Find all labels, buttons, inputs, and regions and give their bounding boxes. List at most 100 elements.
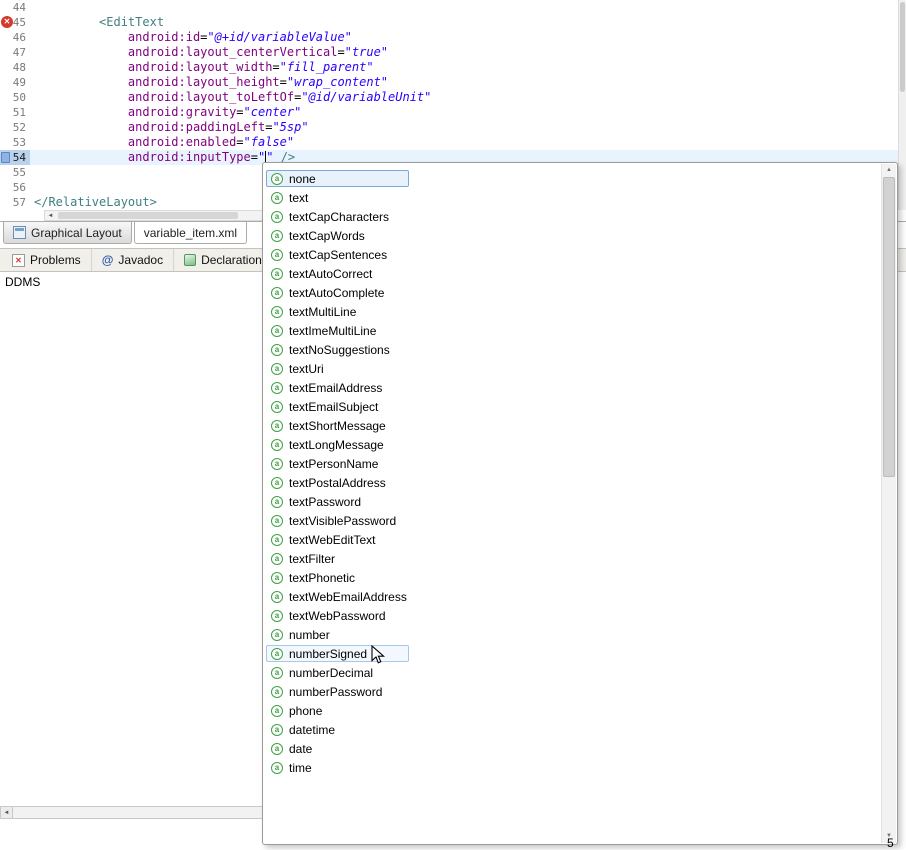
line-number-57[interactable]: 57 xyxy=(0,195,30,210)
completion-item-time[interactable]: a time xyxy=(266,758,881,777)
completion-label: textEmailAddress xyxy=(289,380,383,395)
line-number-label: 56 xyxy=(12,181,26,194)
scrollbar-thumb[interactable] xyxy=(900,2,905,92)
view-tab-problems[interactable]: ✕ Problems xyxy=(2,249,92,271)
completion-item-phone[interactable]: a phone xyxy=(266,701,881,720)
completion-label: number xyxy=(289,627,330,642)
completion-label: textAutoCorrect xyxy=(289,266,373,281)
completion-item-text[interactable]: a text xyxy=(266,188,881,207)
view-tab-label: Problems xyxy=(30,253,81,267)
code-line-50[interactable]: 50 android:layout_toLeftOf="@id/variable… xyxy=(0,90,898,105)
completion-item-textCapWords[interactable]: a textCapWords xyxy=(266,226,881,245)
scrollbar-thumb[interactable] xyxy=(883,177,895,477)
completion-item-textCapSentences[interactable]: a textCapSentences xyxy=(266,245,881,264)
line-number-50[interactable]: 50 xyxy=(0,90,30,105)
completion-item-date[interactable]: a date xyxy=(266,739,881,758)
completion-item-numberPassword[interactable]: a numberPassword xyxy=(266,682,881,701)
completion-item-textPassword[interactable]: a textPassword xyxy=(266,492,881,511)
completion-label: textPersonName xyxy=(289,456,379,471)
completion-item-textShortMessage[interactable]: a textShortMessage xyxy=(266,416,881,435)
completion-item-textWebEmailAddress[interactable]: a textWebEmailAddress xyxy=(266,587,881,606)
completion-label: textFilter xyxy=(289,551,336,566)
code-line-52[interactable]: 52 android:paddingLeft="5sp" xyxy=(0,120,898,135)
code-text: <EditText xyxy=(30,15,898,30)
code-text: android:id="@+id/variableValue" xyxy=(30,30,898,45)
completion-label: phone xyxy=(289,703,323,718)
completion-item-textAutoCorrect[interactable]: a textAutoCorrect xyxy=(266,264,881,283)
ddms-horizontal-scrollbar[interactable]: ◄ xyxy=(0,806,263,819)
completion-item-numberDecimal[interactable]: a numberDecimal xyxy=(266,663,881,682)
completion-item-textCapCharacters[interactable]: a textCapCharacters xyxy=(266,207,881,226)
code-line-45[interactable]: ✕ 45 <EditText xyxy=(0,15,898,30)
completion-item-textMultiLine[interactable]: a textMultiLine xyxy=(266,302,881,321)
completion-item-textPhonetic[interactable]: a textPhonetic xyxy=(266,568,881,587)
scroll-left-arrow-icon[interactable]: ◄ xyxy=(1,807,13,818)
code-token: "false" xyxy=(243,135,295,149)
code-line-53[interactable]: 53 android:enabled="false" xyxy=(0,135,898,150)
completion-item-textEmailSubject[interactable]: a textEmailSubject xyxy=(266,397,881,416)
view-tabs: ✕ Problems @ Javadoc Declaration xyxy=(2,249,273,271)
completion-item-textFilter[interactable]: a textFilter xyxy=(266,549,881,568)
code-line-49[interactable]: 49 android:layout_height="wrap_content" xyxy=(0,75,898,90)
code-line-44[interactable]: 44 xyxy=(0,0,898,15)
completion-item-textPersonName[interactable]: a textPersonName xyxy=(266,454,881,473)
line-number-49[interactable]: 49 xyxy=(0,75,30,90)
line-number-44[interactable]: 44 xyxy=(0,0,30,15)
scrollbar-thumb[interactable] xyxy=(58,212,238,219)
editor-vertical-scrollbar[interactable] xyxy=(898,0,906,210)
view-tab-declaration[interactable]: Declaration xyxy=(174,249,273,271)
completion-item-numberSigned[interactable]: a numberSigned xyxy=(266,644,881,663)
completion-item-textImeMultiLine[interactable]: a textImeMultiLine xyxy=(266,321,881,340)
line-number-54[interactable]: 54 xyxy=(0,150,30,165)
attribute-icon: a xyxy=(271,704,283,717)
completion-item-textVisiblePassword[interactable]: a textVisiblePassword xyxy=(266,511,881,530)
completion-label: textAutoComplete xyxy=(289,285,385,300)
line-number-47[interactable]: 47 xyxy=(0,45,30,60)
code-token: "true" xyxy=(344,45,389,59)
completion-label: textEmailSubject xyxy=(289,399,379,414)
code-token: "fill_parent" xyxy=(279,60,374,74)
code-line-51[interactable]: 51 android:gravity="center" xyxy=(0,105,898,120)
line-number-55[interactable]: 55 xyxy=(0,165,30,180)
completion-item-textAutoComplete[interactable]: a textAutoComplete xyxy=(266,283,881,302)
completion-item-textNoSuggestions[interactable]: a textNoSuggestions xyxy=(266,340,881,359)
completion-item-textLongMessage[interactable]: a textLongMessage xyxy=(266,435,881,454)
attribute-icon: a xyxy=(271,590,283,603)
scroll-left-arrow-icon[interactable]: ◄ xyxy=(45,213,56,219)
completion-label: textCapSentences xyxy=(289,247,388,262)
line-number-46[interactable]: 46 xyxy=(0,30,30,45)
code-token: </RelativeLayout> xyxy=(34,195,157,209)
line-number-56[interactable]: 56 xyxy=(0,180,30,195)
view-tab-javadoc[interactable]: @ Javadoc xyxy=(92,249,175,271)
attribute-icon: a xyxy=(271,514,283,527)
problems-icon: ✕ xyxy=(12,253,25,267)
completion-item-textEmailAddress[interactable]: a textEmailAddress xyxy=(266,378,881,397)
line-number-51[interactable]: 51 xyxy=(0,105,30,120)
attribute-icon: a xyxy=(271,248,283,261)
completion-item-datetime[interactable]: a datetime xyxy=(266,720,881,739)
line-number-label: 44 xyxy=(12,1,26,14)
completion-item-number[interactable]: a number xyxy=(266,625,881,644)
scroll-up-arrow-icon[interactable]: ▲ xyxy=(882,164,896,177)
line-number-53[interactable]: 53 xyxy=(0,135,30,150)
editor-tab-variable-item-xml[interactable]: variable_item.xml xyxy=(133,222,248,244)
completion-item-textPostalAddress[interactable]: a textPostalAddress xyxy=(266,473,881,492)
code-line-48[interactable]: 48 android:layout_width="fill_parent" xyxy=(0,60,898,75)
popup-scrollbar[interactable]: ▲ ▼ xyxy=(881,164,896,843)
editor-tab-graphical-layout[interactable]: Graphical Layout xyxy=(3,222,132,244)
completion-item-textUri[interactable]: a textUri xyxy=(266,359,881,378)
completion-label: numberPassword xyxy=(289,684,383,699)
mouse-cursor xyxy=(371,645,385,664)
line-number-52[interactable]: 52 xyxy=(0,120,30,135)
code-text: android:paddingLeft="5sp" xyxy=(30,120,898,135)
line-number-48[interactable]: 48 xyxy=(0,60,30,75)
completion-label: time xyxy=(289,760,312,775)
code-line-46[interactable]: 46 android:id="@+id/variableValue" xyxy=(0,30,898,45)
line-number-45[interactable]: ✕ 45 xyxy=(0,15,30,30)
code-token: android:inputType xyxy=(127,150,251,164)
code-line-47[interactable]: 47 android:layout_centerVertical="true" xyxy=(0,45,898,60)
code-token: android:enabled xyxy=(127,135,237,149)
completion-item-textWebEditText[interactable]: a textWebEditText xyxy=(266,530,881,549)
completion-item-textWebPassword[interactable]: a textWebPassword xyxy=(266,606,881,625)
completion-item-none[interactable]: a none xyxy=(266,169,881,188)
